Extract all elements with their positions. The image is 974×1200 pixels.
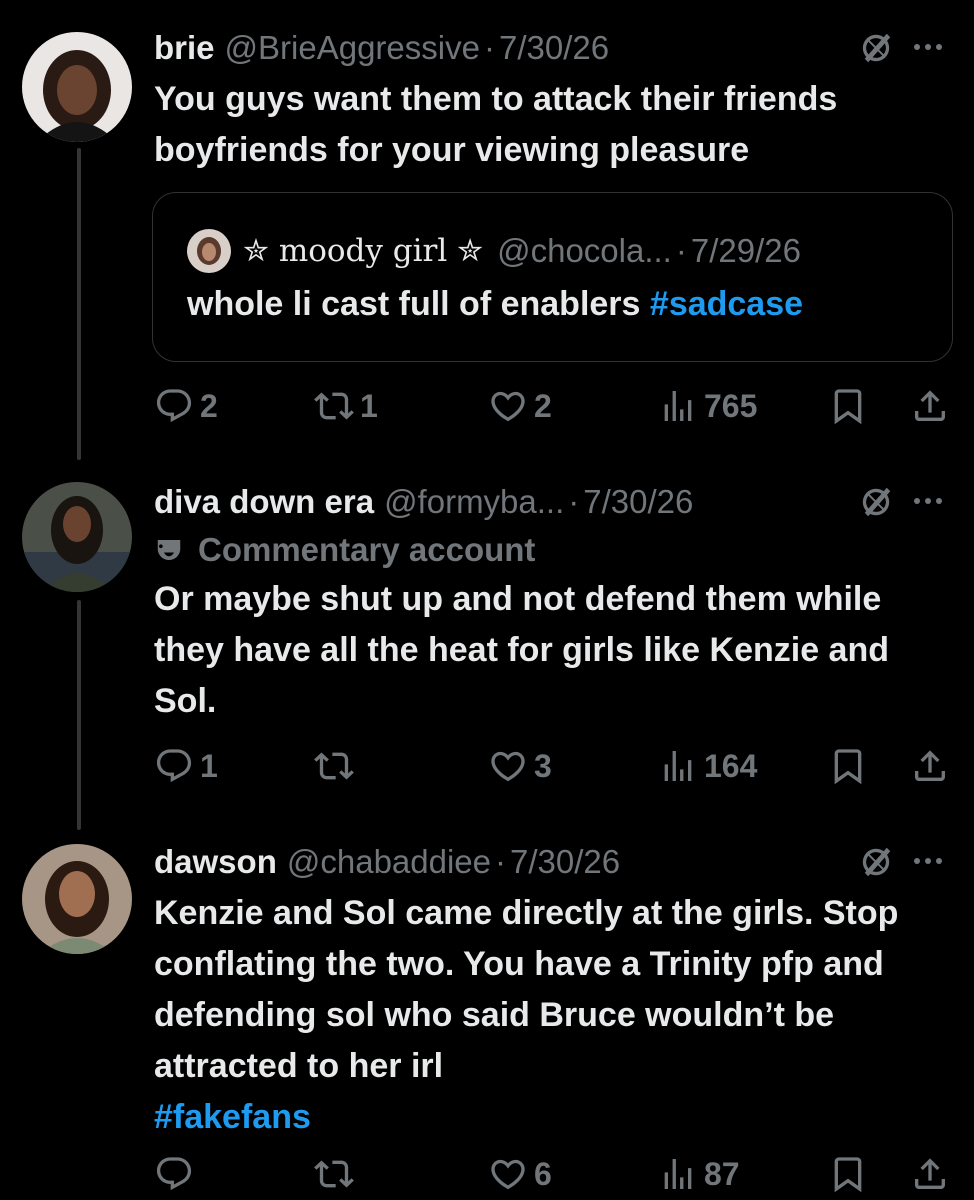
avatar[interactable] <box>22 482 132 592</box>
mask-icon <box>157 540 181 560</box>
user-handle[interactable]: @formyba... <box>384 483 564 521</box>
avatar[interactable] <box>22 32 132 142</box>
views-icon <box>658 386 698 426</box>
tweet-header: diva down era @formyba... · 7/30/26 <box>154 482 954 522</box>
account-label[interactable]: Commentary account <box>154 526 954 574</box>
separator: · <box>675 232 687 269</box>
repost-icon <box>314 386 354 426</box>
separator: · <box>483 29 495 66</box>
like-button[interactable]: 2 <box>488 384 552 428</box>
quote-text: whole li cast full of enablers #sadcase <box>187 285 803 324</box>
share-icon <box>910 746 950 786</box>
reply-icon <box>154 1154 194 1194</box>
tweet[interactable]: diva down era @formyba... · 7/30/26 Comm… <box>0 460 974 830</box>
like-count: 3 <box>534 747 552 784</box>
more-icon[interactable] <box>910 486 946 516</box>
avatar[interactable] <box>22 844 132 954</box>
timestamp[interactable]: 7/30/26 <box>583 483 693 521</box>
views-button[interactable]: 87 <box>658 1152 740 1196</box>
tweet-body: Kenzie and Sol came directly at the girl… <box>154 894 899 1085</box>
share-button[interactable] <box>910 1152 950 1196</box>
views-count: 87 <box>704 1155 740 1192</box>
timestamp[interactable]: 7/30/26 <box>499 29 609 67</box>
tweet[interactable]: brie @BrieAggressive · 7/30/26 You guys … <box>0 0 974 460</box>
quote-body: whole li cast full of enablers <box>187 285 641 323</box>
hashtag-link[interactable]: #sadcase <box>650 285 803 323</box>
repost-button[interactable] <box>314 744 360 788</box>
reply-count: 2 <box>200 387 218 424</box>
views-count: 164 <box>704 747 758 784</box>
quote-handle: @chocola... <box>497 232 672 269</box>
quoted-tweet[interactable]: ✮ moody girl ✮ @chocola... · 7/29/26 who… <box>152 192 953 362</box>
views-icon <box>658 1154 698 1194</box>
tweet-text: Or maybe shut up and not defend them whi… <box>154 580 890 720</box>
share-button[interactable] <box>910 384 950 428</box>
hashtag-link[interactable]: #fakefans <box>154 1098 311 1136</box>
reply-button[interactable]: 1 <box>154 744 218 788</box>
views-button[interactable]: 164 <box>658 744 757 788</box>
user-handle[interactable]: @BrieAggressive <box>225 29 480 67</box>
timestamp[interactable]: 7/30/26 <box>510 843 620 881</box>
repost-icon <box>314 746 354 786</box>
separator: · <box>495 843 507 880</box>
heart-icon <box>488 1154 528 1194</box>
heart-icon <box>488 386 528 426</box>
reply-icon <box>154 746 194 786</box>
repost-icon <box>314 1154 354 1194</box>
separator: · <box>568 483 580 520</box>
action-bar: 1 3 164 <box>154 744 954 788</box>
views-icon <box>658 746 698 786</box>
quote-avatar <box>187 229 231 273</box>
heart-icon <box>488 746 528 786</box>
reply-button[interactable]: 2 <box>154 384 218 428</box>
bookmark-button[interactable] <box>828 384 868 428</box>
tweet-text: Kenzie and Sol came directly at the girl… <box>154 888 934 1143</box>
share-button[interactable] <box>910 744 950 788</box>
quote-header: ✮ moody girl ✮ @chocola... · 7/29/26 <box>187 229 801 273</box>
like-button[interactable]: 6 <box>488 1152 552 1196</box>
reply-count: 1 <box>200 747 218 784</box>
reply-icon <box>154 386 194 426</box>
grok-icon[interactable] <box>858 844 894 880</box>
views-count: 765 <box>704 387 758 424</box>
like-button[interactable]: 3 <box>488 744 552 788</box>
tweet[interactable]: dawson @chabaddiee · 7/30/26 Kenzie and … <box>0 830 974 1200</box>
quote-display-name: ✮ moody girl ✮ <box>243 233 484 269</box>
display-name[interactable]: diva down era <box>154 483 374 521</box>
repost-button[interactable]: 1 <box>314 384 378 428</box>
like-count: 2 <box>534 387 552 424</box>
bookmark-button[interactable] <box>828 744 868 788</box>
tweet-header: dawson @chabaddiee · 7/30/26 <box>154 842 954 882</box>
display-name[interactable]: dawson <box>154 843 277 881</box>
like-count: 6 <box>534 1155 552 1192</box>
quote-timestamp: 7/29/26 <box>690 232 801 269</box>
action-bar: 6 87 <box>154 1152 954 1196</box>
share-icon <box>910 386 950 426</box>
grok-icon[interactable] <box>858 484 894 520</box>
tweet-text: You guys want them to attack their frien… <box>154 80 838 169</box>
action-bar: 2 1 2 765 <box>154 384 954 428</box>
share-icon <box>910 1154 950 1194</box>
more-icon[interactable] <box>910 32 946 62</box>
account-label-text: Commentary account <box>198 531 536 568</box>
user-handle[interactable]: @chabaddiee <box>287 843 491 881</box>
display-name[interactable]: brie <box>154 29 215 67</box>
views-button[interactable]: 765 <box>658 384 757 428</box>
repost-count: 1 <box>360 387 378 424</box>
repost-button[interactable] <box>314 1152 360 1196</box>
bookmark-icon <box>828 746 868 786</box>
reply-button[interactable] <box>154 1152 200 1196</box>
bookmark-icon <box>828 386 868 426</box>
tweet-header: brie @BrieAggressive · 7/30/26 <box>154 28 954 68</box>
bookmark-button[interactable] <box>828 1152 868 1196</box>
more-icon[interactable] <box>910 846 946 876</box>
bookmark-icon <box>828 1154 868 1194</box>
grok-icon[interactable] <box>858 30 894 66</box>
